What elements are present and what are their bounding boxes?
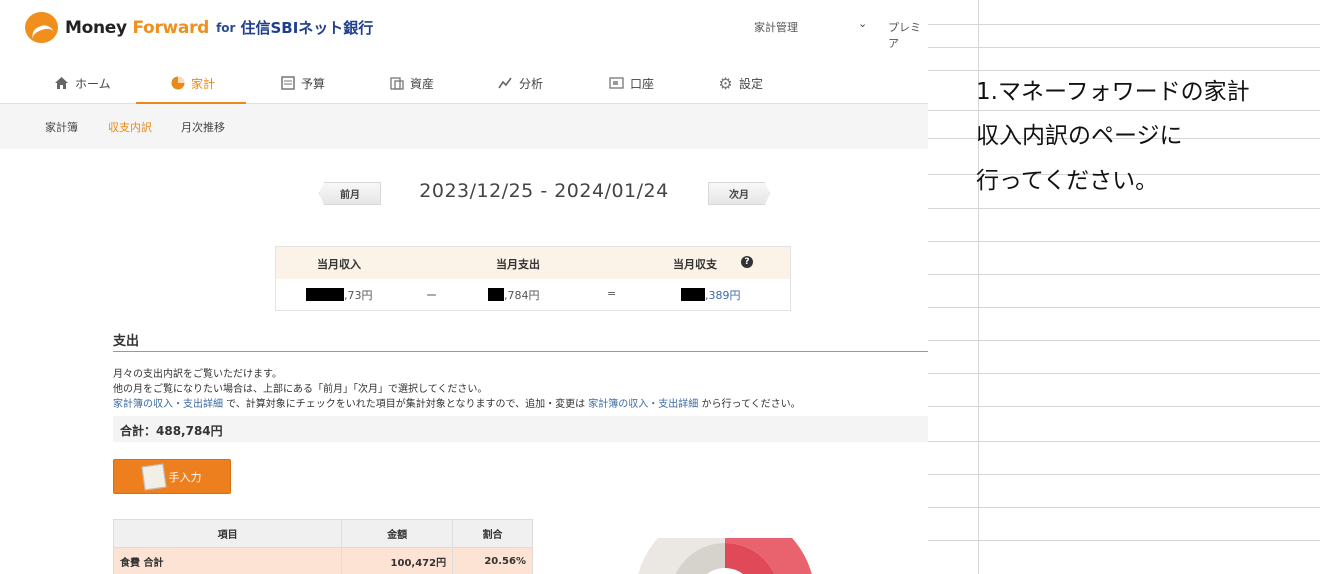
logo-mark-icon — [25, 12, 58, 43]
subnav-income-breakdown[interactable]: 収支内訳 — [108, 119, 152, 135]
home-icon — [54, 76, 69, 91]
expense-value: ,784円 — [488, 287, 540, 303]
total-bar: 合計：488,784円 — [113, 416, 928, 442]
premium-menu[interactable]: プレミア — [888, 19, 928, 51]
kakei-management-menu[interactable]: 家計管理 — [754, 19, 798, 35]
row-item: 食費 合計 — [112, 547, 343, 574]
note-line-1: 1.マネーフォワードの家計 — [976, 79, 1250, 105]
logo-for: for — [216, 20, 236, 35]
nav-label: 予算 — [301, 76, 326, 91]
subnav-monthly-trend[interactable]: 月次推移 — [181, 119, 225, 135]
subnav-kakeibo[interactable]: 家計簿 — [45, 119, 78, 135]
app-window: Money Forward for 住信SBIネット銀行 家計管理 ⌄ プレミア… — [0, 0, 928, 574]
nav-kakei[interactable]: 家計 — [135, 62, 247, 105]
expense-donut-chart[interactable] — [625, 538, 825, 574]
sub-nav: 家計簿 収支内訳 月次推移 — [0, 104, 928, 149]
redaction-block — [488, 288, 504, 301]
monthly-summary: 当月収入 当月支出 当月収支 ? ,73円 ー ,784円 = ,389円 — [275, 246, 791, 311]
logo[interactable]: Money Forward for 住信SBIネット銀行 — [25, 12, 373, 43]
note-line-2: 収入内訳のページに — [976, 123, 1183, 149]
pie-chart-icon — [170, 76, 185, 91]
chevron-down-icon[interactable]: ⌄ — [858, 17, 867, 30]
nav-account[interactable]: 口座 — [609, 62, 654, 104]
note-line-3: 行ってください。 — [976, 168, 1159, 194]
nav-budget[interactable]: 予算 — [280, 62, 325, 104]
balance-label: 当月収支 — [673, 258, 717, 271]
expense-table: 項目 金額 割合 食費 合計 100,472円 20.56% — [112, 519, 533, 574]
column-header-item: 項目 — [112, 519, 343, 548]
account-icon — [609, 76, 624, 91]
nav-label: 資産 — [410, 76, 435, 91]
period-range: 2023/12/25 - 2024/01/24 — [419, 180, 669, 202]
nav-settings[interactable]: ⚙ 設定 — [718, 62, 763, 104]
redaction-block — [681, 288, 705, 301]
nav-label: 分析 — [519, 76, 544, 91]
manual-entry-label: 手入力 — [168, 470, 202, 484]
section-title: 支出 — [113, 334, 140, 349]
description-line-3: 家計簿の収入・支出詳細 で、計算対象にチェックをいれた項目が集計対象となりますの… — [113, 399, 801, 410]
column-header-amount: 金額 — [341, 519, 454, 548]
logo-wordmark: Money Forward — [65, 17, 210, 38]
asset-icon — [389, 76, 404, 91]
expense-total: 合計：488,784円 — [120, 424, 223, 438]
nav-label: ホーム — [75, 76, 111, 91]
top-bar: Money Forward for 住信SBIネット銀行 家計管理 ⌄ — [0, 0, 928, 56]
nav-label: 家計 — [191, 76, 216, 91]
equals-sign: = — [607, 287, 617, 300]
table-header-row: 項目 金額 割合 — [112, 519, 533, 548]
instruction-note: 1.マネーフォワードの家計 収入内訳のページに 行ってください。 — [928, 0, 1320, 574]
summary-header-row: 当月収入 当月支出 当月収支 ? — [276, 247, 790, 279]
description-line-2: 他の月をご覧になりたい場合は、上部にある「前月」「次月」で選択してください。 — [113, 384, 488, 395]
nav-assets[interactable]: 資産 — [389, 62, 434, 104]
logo-bank-name: 住信SBIネット銀行 — [240, 19, 374, 37]
nav-label: 設定 — [739, 76, 764, 91]
column-header-ratio: 割合 — [452, 519, 533, 548]
row-ratio: 20.56% — [452, 547, 533, 574]
redaction-block — [306, 288, 344, 301]
main-nav: ホーム 家計 予算 資産 分析 口座 ⚙ 設定 — [0, 62, 928, 105]
manual-entry-button[interactable]: 手入力 — [113, 459, 231, 494]
balance-value[interactable]: ,389円 — [681, 287, 741, 303]
income-label: 当月収入 — [317, 258, 361, 271]
kakeibo-detail-link[interactable]: 家計簿の収入・支出詳細 — [113, 399, 223, 410]
analysis-icon — [498, 76, 513, 91]
description-line-1: 月々の支出内訳をご覧いただけます。 — [113, 369, 282, 380]
section-divider — [113, 351, 928, 352]
gear-icon: ⚙ — [718, 73, 733, 93]
prev-month-button[interactable]: 前月 — [319, 182, 381, 205]
row-amount: 100,472円 — [341, 547, 454, 574]
next-month-button[interactable]: 次月 — [708, 182, 770, 205]
kakeibo-detail-link-2[interactable]: 家計簿の収入・支出詳細 — [588, 399, 698, 410]
table-row[interactable]: 食費 合計 100,472円 20.56% — [112, 547, 533, 574]
income-value: ,73円 — [306, 287, 373, 303]
note-pad-icon — [140, 463, 167, 490]
nav-analysis[interactable]: 分析 — [498, 62, 543, 104]
help-icon[interactable]: ? — [741, 256, 753, 268]
budget-icon — [280, 76, 295, 91]
minus-sign: ー — [426, 289, 437, 302]
expense-label: 当月支出 — [496, 258, 540, 271]
summary-value-row: ,73円 ー ,784円 = ,389円 — [276, 279, 790, 310]
nav-home[interactable]: ホーム — [54, 62, 111, 104]
nav-label: 口座 — [630, 76, 655, 91]
